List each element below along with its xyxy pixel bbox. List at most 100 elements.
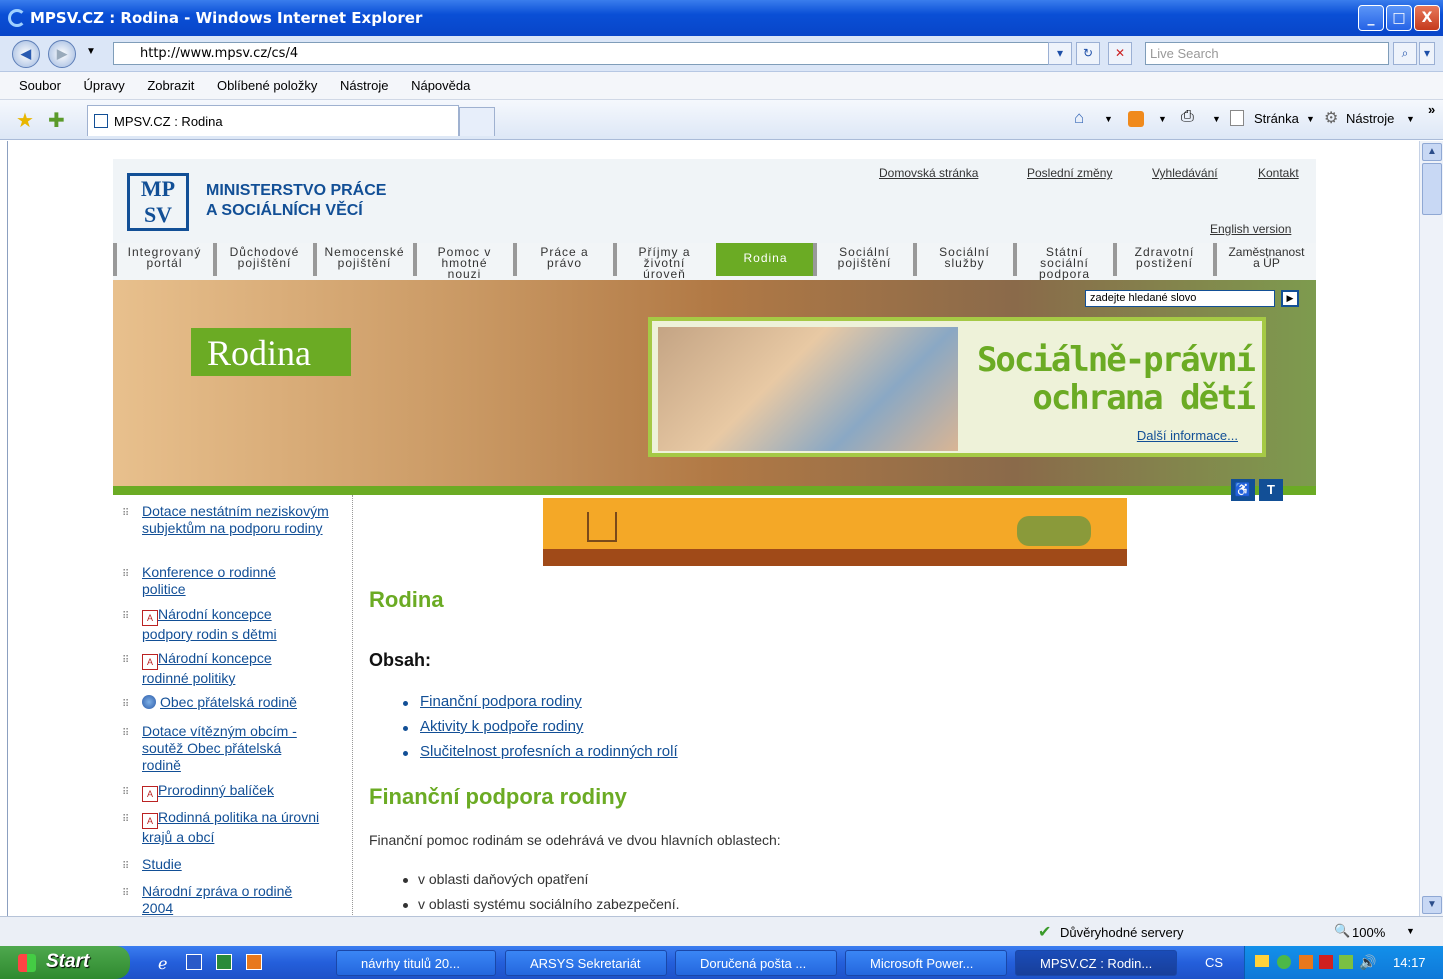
language-indicator[interactable]: CS xyxy=(1205,955,1223,970)
feeds-dropdown-icon[interactable]: ▼ xyxy=(1158,114,1167,124)
network-tray-icon[interactable] xyxy=(1339,955,1353,969)
promo-more-link[interactable]: Další informace... xyxy=(1137,428,1238,443)
tray-app-icon[interactable] xyxy=(1277,955,1291,969)
link-english-version[interactable]: English version xyxy=(1210,222,1291,236)
menu-edit[interactable]: Úpravy xyxy=(84,78,125,93)
home-icon[interactable]: ⌂ xyxy=(1074,108,1084,128)
toc-link-financni[interactable]: Finanční podpora rodiny xyxy=(420,693,582,710)
live-search-input[interactable]: Live Search xyxy=(1145,42,1389,65)
link-contact[interactable]: Kontakt xyxy=(1258,166,1299,180)
ministry-name: MINISTERSTVO PRÁCE A SOCIÁLNÍCH VĚCÍ xyxy=(206,181,386,221)
nav-state-social-support[interactable]: Státní sociální podpora xyxy=(1013,243,1112,280)
zoom-level[interactable]: 100% xyxy=(1352,925,1385,940)
link-home[interactable]: Domovská stránka xyxy=(879,166,978,180)
history-dropdown-icon[interactable]: ▼ xyxy=(86,46,96,57)
accessibility-icon[interactable]: ♿ xyxy=(1231,479,1255,501)
print-dropdown-icon[interactable]: ▼ xyxy=(1212,114,1221,124)
excel-quicklaunch-icon[interactable] xyxy=(216,954,232,970)
refresh-icon[interactable]: ↻ xyxy=(1076,42,1100,65)
maximize-button[interactable]: □ xyxy=(1386,5,1412,31)
menu-help[interactable]: Nápověda xyxy=(411,78,470,93)
word-quicklaunch-icon[interactable] xyxy=(186,954,202,970)
link-recent-changes[interactable]: Poslední změny xyxy=(1027,166,1112,180)
task-dorucena-posta[interactable]: Doručená pošta ... xyxy=(675,950,837,976)
more-commands-button[interactable]: » xyxy=(1428,102,1435,117)
left-item-rodinna-politika-kraju[interactable]: ⠿ A Rodinná politika na úrovni krajů a obc… xyxy=(122,809,322,846)
nav-integrated-portal[interactable]: Integrovaný portál xyxy=(113,243,212,276)
link-search[interactable]: Vyhledávání xyxy=(1152,166,1218,180)
menu-tools[interactable]: Nástroje xyxy=(340,78,388,93)
page-menu-button[interactable]: Stránka xyxy=(1254,111,1299,126)
address-input[interactable]: http://www.mpsv.cz/cs/4 xyxy=(113,42,1070,65)
toc-link-aktivity[interactable]: Aktivity k podpoře rodiny xyxy=(420,718,583,735)
tab-mpsv-rodina[interactable]: MPSV.CZ : Rodina xyxy=(87,105,459,136)
left-item-dotace-vitezym[interactable]: ⠿ Dotace vítězným obcím - soutěž Obec přá… xyxy=(122,723,322,774)
left-item-dotace-nestatnim[interactable]: ⠿ Dotace nestátním neziskovým subjektům n… xyxy=(122,503,337,537)
task-mpsv-rodina[interactable]: MPSV.CZ : Rodin... xyxy=(1015,950,1177,976)
security-zone[interactable]: Důvěryhodné servery xyxy=(1060,925,1184,940)
promo-box[interactable]: Sociálně-právní ochrana dětí Další infor… xyxy=(648,317,1266,457)
forward-icon[interactable]: ▶ xyxy=(48,40,76,68)
scroll-down-icon[interactable]: ▼ xyxy=(1422,896,1442,914)
page-dropdown-icon[interactable]: ▼ xyxy=(1306,114,1315,124)
nav-work-law[interactable]: Práce a právo xyxy=(513,243,612,276)
search-options-icon[interactable]: ▾ xyxy=(1419,42,1435,65)
menu-favorites[interactable]: Oblíbené položky xyxy=(217,78,317,93)
toc-link-slucitelnost[interactable]: Slučitelnost profesních a rodinných rolí xyxy=(420,743,678,760)
left-item-studie[interactable]: ⠿ Studie xyxy=(122,856,322,873)
nav-material-need[interactable]: Pomoc v hmotné nouzi xyxy=(413,243,512,280)
favorites-star-icon[interactable]: ★ xyxy=(16,108,34,133)
nav-family[interactable]: Rodina xyxy=(716,243,815,276)
tools-menu-button[interactable]: Nástroje xyxy=(1346,111,1394,126)
site-search-input[interactable]: zadejte hledané slovo xyxy=(1085,290,1275,307)
text-size-icon[interactable]: T xyxy=(1259,479,1283,501)
task-navrhy-titulu[interactable]: návrhy titulů 20... xyxy=(336,950,496,976)
outlook-tray-icon[interactable] xyxy=(1299,955,1313,969)
left-item-narodni-koncepce-podpory[interactable]: ⠿ A Národní koncepce podpory rodin s dětmi xyxy=(122,606,322,643)
feeds-icon[interactable] xyxy=(1128,111,1144,127)
left-item-narodni-koncepce-politiky[interactable]: ⠿ A Národní koncepce rodinné politiky xyxy=(122,650,322,687)
nav-social-insurance[interactable]: Sociální pojištění xyxy=(813,243,912,276)
stop-icon[interactable]: ✕ xyxy=(1108,42,1132,65)
print-icon[interactable]: ⎙ xyxy=(1181,108,1194,126)
back-icon[interactable]: ◀ xyxy=(12,40,40,68)
clock[interactable]: 14:17 xyxy=(1393,955,1426,970)
search-icon[interactable]: ⌕ xyxy=(1393,42,1417,65)
outlook-quicklaunch-icon[interactable] xyxy=(246,954,262,970)
left-item-obec-pratelska[interactable]: ⠿ Obec přátelská rodině xyxy=(122,694,337,711)
site-search-go-icon[interactable]: ▶ xyxy=(1281,290,1299,307)
scroll-thumb[interactable] xyxy=(1422,163,1442,215)
task-powerpoint[interactable]: Microsoft Power... xyxy=(845,950,1007,976)
nav-income-living[interactable]: Příjmy a životní úroveň xyxy=(613,243,712,280)
add-favorite-icon[interactable]: ✚ xyxy=(48,108,65,133)
nav-social-services[interactable]: Sociální služby xyxy=(913,243,1012,276)
home-dropdown-icon[interactable]: ▼ xyxy=(1104,114,1113,124)
new-tab-button[interactable] xyxy=(459,107,495,136)
mpsv-logo[interactable]: MP SV xyxy=(127,173,189,231)
scroll-up-icon[interactable]: ▲ xyxy=(1422,143,1442,161)
nav-pension-insurance[interactable]: Důchodové pojištění xyxy=(213,243,312,276)
nav-disability[interactable]: Zdravotní postižení xyxy=(1113,243,1212,276)
nav-sickness-insurance[interactable]: Nemocenské pojištění xyxy=(313,243,412,276)
menu-file[interactable]: Soubor xyxy=(19,78,61,93)
mail-tray-icon[interactable] xyxy=(1255,955,1269,967)
address-dropdown-icon[interactable]: ▾ xyxy=(1048,42,1072,65)
volume-icon[interactable]: 🔊 xyxy=(1359,954,1376,971)
left-item-prorodinny-balicek[interactable]: ⠿ A Prorodinný balíček xyxy=(122,782,337,802)
tools-dropdown-icon[interactable]: ▼ xyxy=(1406,114,1415,124)
task-arsys[interactable]: ARSYS Sekretariát xyxy=(505,950,667,976)
zoom-dropdown-icon[interactable]: ▼ xyxy=(1406,926,1415,936)
left-item-konference[interactable]: ⠿ Konference o rodinné politice xyxy=(122,564,322,598)
vertical-scrollbar[interactable]: ▲ ▼ xyxy=(1419,141,1443,916)
ie-quicklaunch-icon[interactable]: ℯ xyxy=(158,954,167,974)
start-button[interactable]: Start xyxy=(0,946,130,979)
antivirus-tray-icon[interactable] xyxy=(1319,955,1333,969)
nav-employment[interactable]: Zaměstnanost a ÚP xyxy=(1213,243,1316,276)
mpsv-page: MP SV MINISTERSTVO PRÁCE A SOCIÁLNÍCH VĚC… xyxy=(113,159,1316,916)
menu-view[interactable]: Zobrazit xyxy=(147,78,194,93)
left-item-narodni-zprava[interactable]: ⠿ Národní zpráva o rodině 2004 xyxy=(122,883,322,916)
bullet-icon xyxy=(403,903,408,908)
gear-icon: ⚙ xyxy=(1324,110,1339,127)
minimize-button[interactable]: _ xyxy=(1358,5,1384,31)
close-button[interactable]: X xyxy=(1414,5,1440,31)
